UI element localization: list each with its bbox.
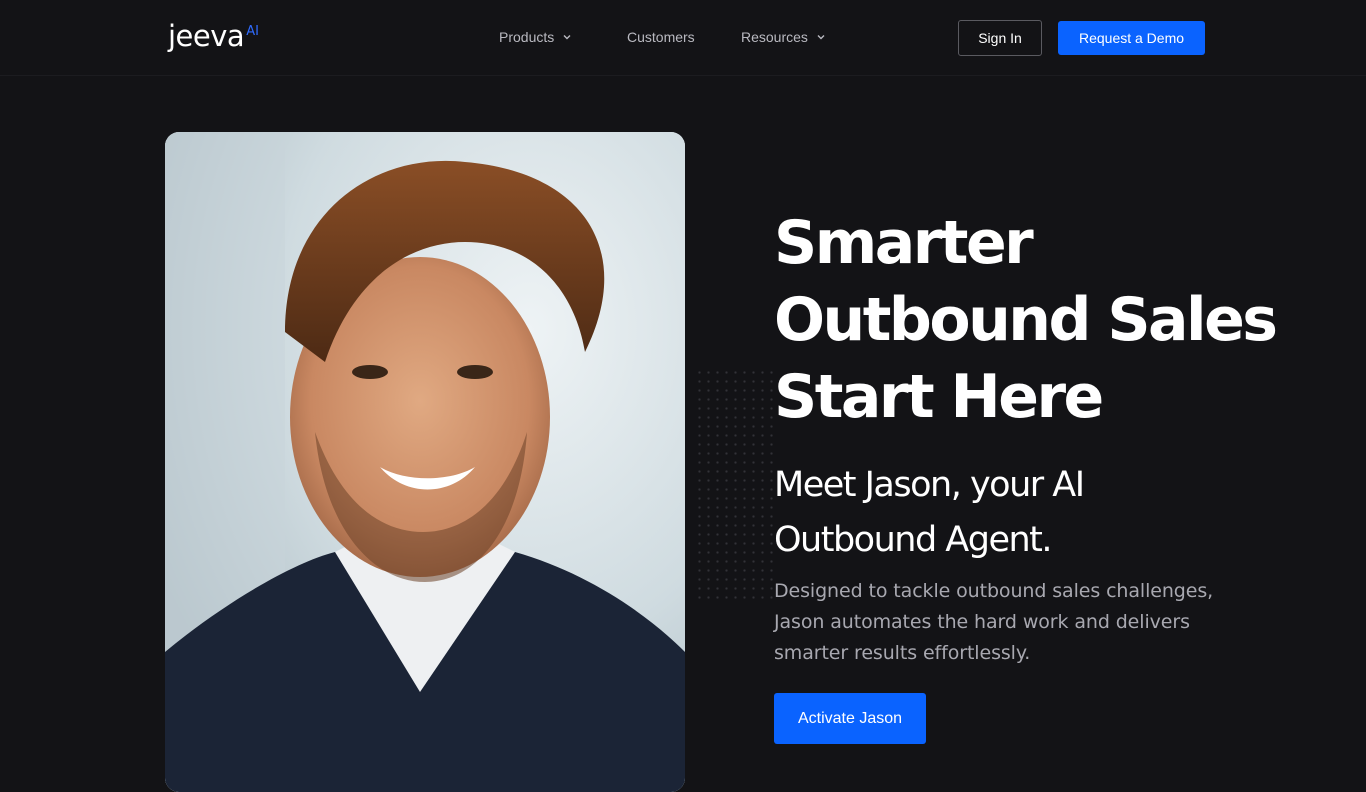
top-navbar: jeeva AI Products Customers Resources Si… [0, 0, 1366, 76]
logo-ai-suffix: AI [246, 24, 259, 39]
nav-item-customers[interactable]: Customers [627, 29, 695, 45]
headline-line: Start Here [774, 362, 1104, 432]
chevron-down-icon [817, 35, 825, 40]
request-demo-button[interactable]: Request a Demo [1058, 21, 1205, 55]
nav-item-resources[interactable]: Resources [741, 29, 826, 45]
sign-in-button[interactable]: Sign In [958, 20, 1042, 56]
chevron-down-icon [563, 35, 571, 40]
nav-item-products[interactable]: Products [499, 29, 572, 45]
hero-description: Designed to tackle outbound sales challe… [774, 580, 1214, 664]
headline-line: Smarter [774, 208, 1034, 278]
logo-wordmark: jeeva [168, 19, 245, 53]
jeeva-ai-logo[interactable]: jeeva AI [168, 18, 259, 58]
nav-item-label: Customers [627, 29, 695, 45]
subhead-line: Outbound Agent. [774, 520, 1053, 560]
hero-portrait-image [165, 132, 685, 792]
hero-headline: Smarter Outbound Sales Start Here [774, 205, 1334, 436]
portrait-illustration [165, 132, 685, 792]
nav-item-label: Products [499, 29, 555, 45]
headline-line: Outbound Sales [774, 285, 1278, 355]
decorative-dot-grid [695, 368, 773, 600]
subhead-line: Meet Jason, your AI [774, 465, 1085, 505]
nav-item-label: Resources [741, 29, 808, 45]
hero-subheadline: Meet Jason, your AI Outbound Agent. [774, 458, 1194, 568]
activate-jason-button[interactable]: Activate Jason [774, 693, 926, 744]
